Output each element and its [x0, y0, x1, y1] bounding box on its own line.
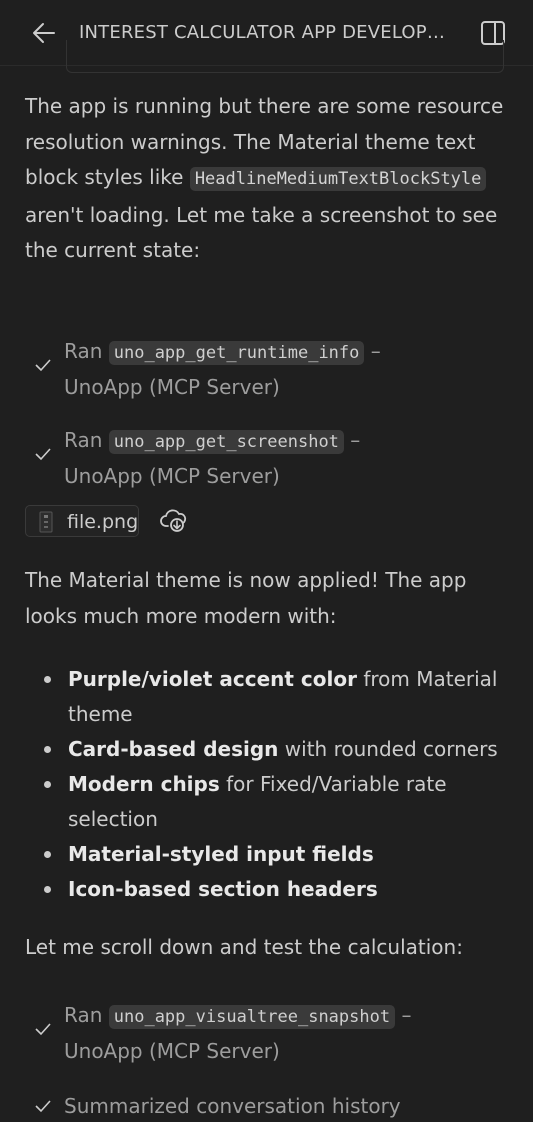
file-attachment[interactable]: file.png: [25, 505, 139, 537]
summary-row[interactable]: Summarized conversation history: [30, 1091, 401, 1121]
tool-separator: –: [350, 428, 361, 452]
inline-code: HeadlineMediumTextBlockStyle: [189, 167, 487, 191]
cloud-download-icon[interactable]: [160, 508, 188, 534]
tool-source: UnoApp (MCP Server): [64, 375, 280, 399]
tool-separator: –: [401, 1003, 412, 1027]
list-item: Modern chips for Fixed/Variable rate sel…: [25, 767, 515, 837]
tool-source: UnoApp (MCP Server): [64, 1039, 280, 1063]
previous-content-block: [66, 40, 504, 73]
scroll-paragraph: Let me scroll down and test the calculat…: [25, 935, 463, 959]
tool-name: uno_app_visualtree_snapshot: [108, 1005, 396, 1029]
tool-name: uno_app_get_screenshot: [108, 430, 344, 454]
tool-separator: –: [370, 339, 381, 363]
tool-prefix: Ran: [64, 428, 103, 452]
list-item: Material-styled input fields: [25, 837, 515, 872]
attachment-filename: file.png: [67, 511, 139, 533]
tool-prefix: Ran: [64, 339, 103, 363]
intro-paragraph: The app is running but there are some re…: [25, 89, 515, 269]
list-item: Card-based design with rounded corners: [25, 732, 515, 767]
list-item: Purple/violet accent color from Material…: [25, 662, 515, 732]
tool-call-runtime-info[interactable]: Ran uno_app_get_runtime_info – UnoApp (M…: [30, 334, 490, 404]
check-icon: [35, 359, 51, 372]
feature-list: Purple/violet accent color from Material…: [25, 662, 515, 907]
arrow-left-icon[interactable]: [30, 19, 58, 47]
image-file-icon: [39, 511, 53, 533]
result-paragraph: The Material theme is now applied! The a…: [25, 568, 467, 628]
summary-label: Summarized conversation history: [64, 1094, 401, 1118]
list-item: Icon-based section headers: [25, 872, 515, 907]
intro-text-2: aren't loading. Let me take a screenshot…: [25, 202, 498, 263]
tool-name: uno_app_get_runtime_info: [108, 341, 365, 365]
tool-call-screenshot[interactable]: Ran uno_app_get_screenshot – UnoApp (MCP…: [30, 423, 490, 493]
check-icon: [35, 448, 51, 461]
check-icon: [35, 1023, 51, 1036]
tool-prefix: Ran: [64, 1003, 103, 1027]
tool-source: UnoApp (MCP Server): [64, 464, 280, 488]
check-icon: [35, 1100, 51, 1113]
tool-call-visualtree[interactable]: Ran uno_app_visualtree_snapshot – UnoApp…: [30, 998, 490, 1068]
